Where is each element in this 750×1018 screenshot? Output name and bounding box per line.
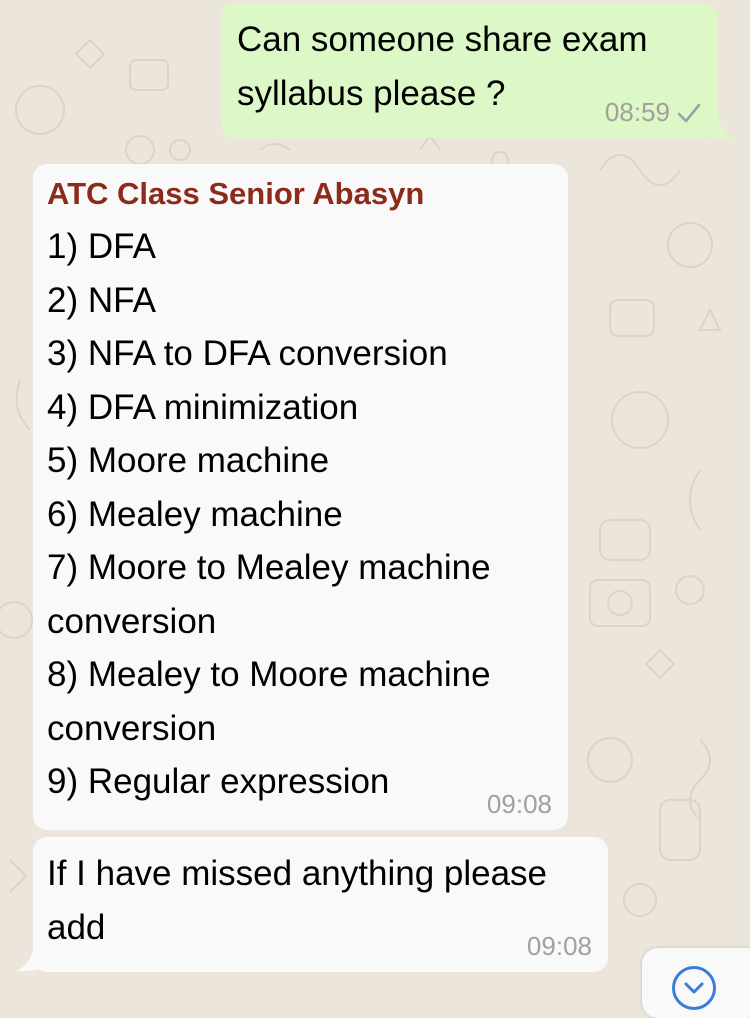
message-meta: 08:59 bbox=[605, 97, 702, 128]
outgoing-bubble-tail bbox=[704, 112, 734, 140]
single-check-icon bbox=[677, 103, 701, 122]
message-meta: 09:08 bbox=[487, 789, 552, 820]
syllabus-item: 4) DFA minimization bbox=[47, 387, 359, 427]
outgoing-message-bubble[interactable]: Can someone share exam syllabus please ?… bbox=[221, 3, 718, 138]
chevron-down-circle-icon bbox=[672, 966, 716, 1010]
incoming-message-bubble[interactable]: If I have missed anything please add 09:… bbox=[33, 837, 608, 972]
message-time: 08:59 bbox=[604, 97, 670, 127]
message-time: 09:08 bbox=[486, 789, 552, 819]
message-meta: 09:08 bbox=[527, 931, 592, 962]
syllabus-item: 7) Moore to Mealey machine conversion bbox=[47, 548, 491, 641]
syllabus-item: 5) Moore machine bbox=[47, 441, 330, 480]
syllabus-item: 2) NFA bbox=[47, 280, 156, 320]
message-time: 09:08 bbox=[526, 931, 592, 961]
incoming-bubble-tail bbox=[16, 944, 48, 972]
incoming-message-bubble[interactable]: ATC Class Senior Abasyn 1) DFA 2) NFA 3)… bbox=[33, 164, 568, 830]
syllabus-item: 6) Mealey machine bbox=[47, 494, 343, 534]
syllabus-item: 9) Regular expression bbox=[47, 762, 390, 801]
syllabus-list: 1) DFA 2) NFA 3) NFA to DFA conversion 4… bbox=[47, 220, 554, 809]
sender-name: ATC Class Senior Abasyn bbox=[47, 176, 425, 211]
syllabus-item: 8) Mealey to Moore machine conversion bbox=[47, 655, 491, 748]
syllabus-item: 3) NFA to DFA conversion bbox=[47, 334, 448, 373]
syllabus-item: 1) DFA bbox=[47, 227, 156, 266]
message-text: If I have missed anything please add bbox=[47, 854, 548, 947]
scroll-to-bottom-button[interactable] bbox=[642, 948, 750, 1018]
